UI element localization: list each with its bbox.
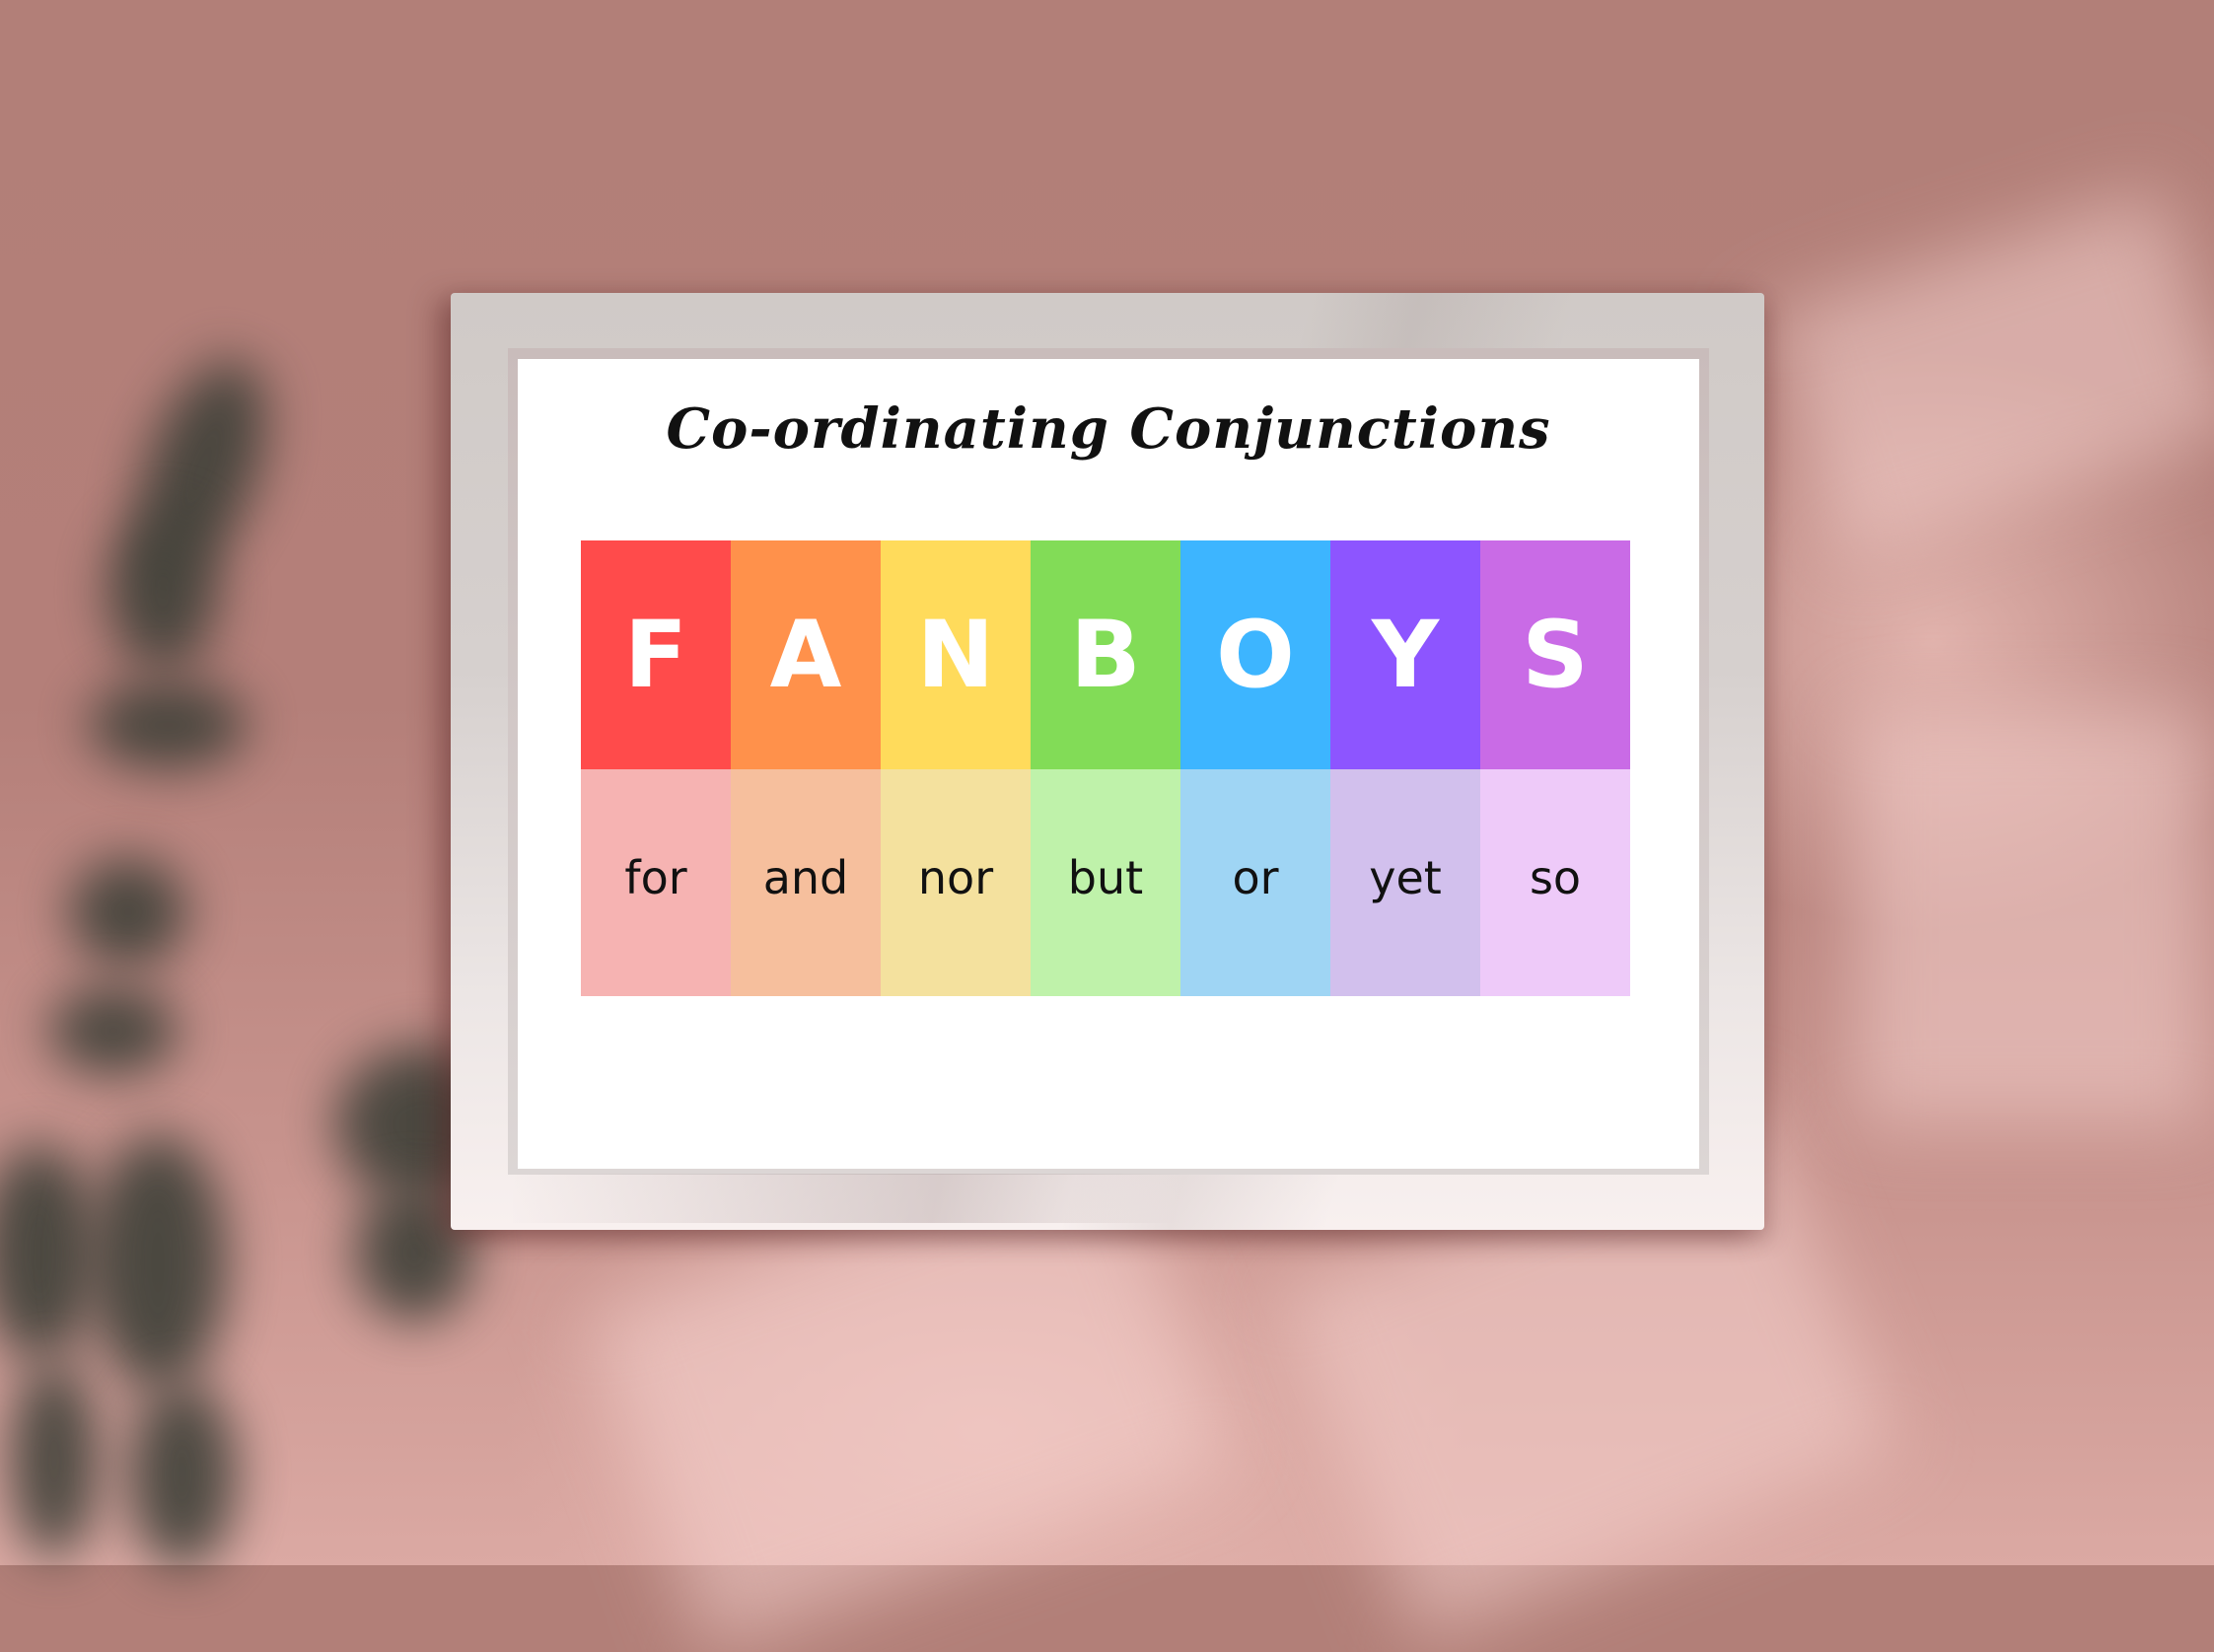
conjunction-word: and bbox=[762, 851, 849, 904]
letter-cell-n: N bbox=[881, 540, 1031, 769]
acronym-letter: N bbox=[916, 601, 995, 709]
plant-shadow-leaf bbox=[69, 858, 187, 967]
conjunction-word: or bbox=[1232, 851, 1279, 904]
letter-cell-f: F bbox=[581, 540, 731, 769]
acronym-letter: O bbox=[1216, 601, 1295, 709]
acronym-letter: A bbox=[769, 601, 842, 709]
acronym-letter: B bbox=[1070, 601, 1141, 709]
conjunction-word: nor bbox=[917, 851, 994, 904]
acronym-letter: F bbox=[623, 601, 688, 709]
word-cell-for: for bbox=[581, 769, 731, 996]
plant-shadow-leaf bbox=[108, 513, 217, 671]
word-cell-but: but bbox=[1031, 769, 1180, 996]
plant-shadow-leaf bbox=[128, 1381, 237, 1568]
letter-cell-s: S bbox=[1480, 540, 1630, 769]
letter-cell-b: B bbox=[1031, 540, 1180, 769]
poster: Co-ordinating Conjunctions Ffor Aand Nnor B… bbox=[518, 359, 1699, 1169]
acronym-letter: Y bbox=[1371, 601, 1440, 709]
frame-glare bbox=[513, 1174, 1726, 1223]
word-cell-nor: nor bbox=[881, 769, 1031, 996]
letter-cell-y: Y bbox=[1330, 540, 1480, 769]
acronym-letter: S bbox=[1522, 601, 1589, 709]
conjunction-word: but bbox=[1067, 851, 1144, 904]
plant-shadow-leaf bbox=[89, 1134, 227, 1391]
plant-shadow-leaf bbox=[49, 986, 178, 1075]
conjunction-word: yet bbox=[1369, 851, 1442, 904]
word-cell-so: so bbox=[1480, 769, 1630, 996]
word-cell-yet: yet bbox=[1330, 769, 1480, 996]
conjunction-word: for bbox=[624, 851, 687, 904]
letter-cell-a: A bbox=[731, 540, 881, 769]
window-light-streak bbox=[1854, 710, 2209, 1124]
conjunction-word: so bbox=[1529, 851, 1582, 904]
plant-shadow-leaf bbox=[10, 1361, 99, 1558]
letter-cell-o: O bbox=[1180, 540, 1330, 769]
plant-shadow-leaf bbox=[89, 681, 247, 769]
fanboys-table: Ffor Aand Nnor Bbut Oor Yyet Sso bbox=[581, 540, 1630, 996]
word-cell-or: or bbox=[1180, 769, 1330, 996]
poster-title: Co-ordinating Conjunctions bbox=[666, 396, 1551, 462]
word-cell-and: and bbox=[731, 769, 881, 996]
